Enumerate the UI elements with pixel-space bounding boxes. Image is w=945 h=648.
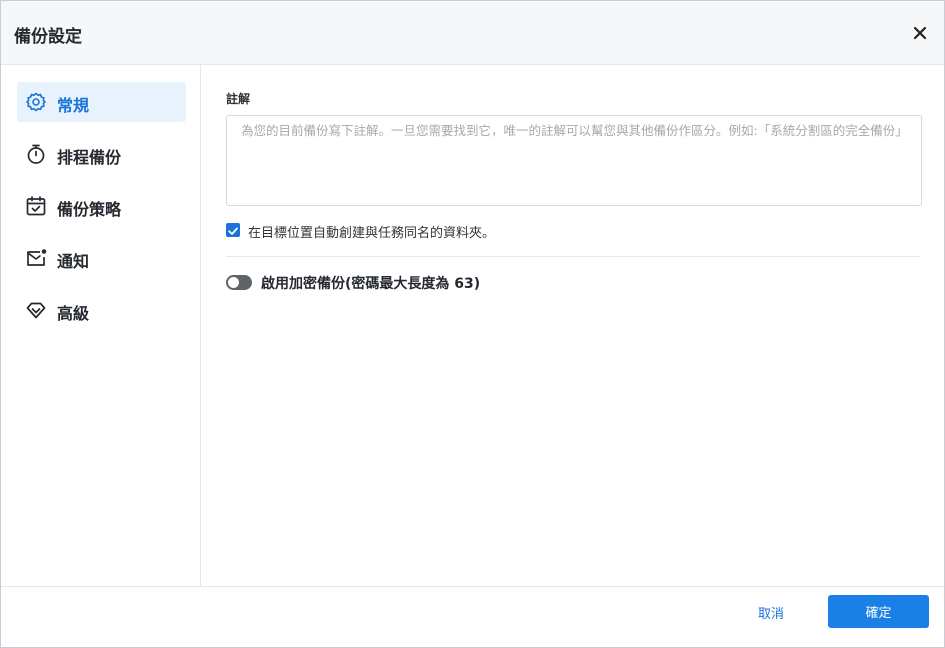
dialog-footer: 取消 確定 bbox=[1, 586, 944, 647]
settings-sidebar: 常規 排程備份 備份策略 通知 高級 bbox=[1, 65, 201, 586]
ok-button[interactable]: 確定 bbox=[828, 595, 929, 628]
sidebar-item-notification[interactable]: 通知 bbox=[17, 238, 186, 278]
sidebar-item-backup-strategy[interactable]: 備份策略 bbox=[17, 186, 186, 226]
sidebar-item-label: 備份策略 bbox=[57, 200, 122, 219]
encryption-toggle[interactable] bbox=[226, 275, 252, 290]
sidebar-item-schedule[interactable]: 排程備份 bbox=[17, 134, 186, 174]
auto-folder-checkbox[interactable] bbox=[226, 223, 240, 237]
close-button[interactable] bbox=[909, 22, 931, 44]
sidebar-item-label: 通知 bbox=[57, 252, 90, 271]
sidebar-item-label: 排程備份 bbox=[57, 148, 122, 167]
backup-settings-dialog: 備份設定 常規 排程備份 備份策略 通知 高級 註解 為您的目前備份寫下註解。一… bbox=[0, 0, 945, 648]
note-textarea[interactable] bbox=[226, 115, 922, 206]
sidebar-item-label: 高級 bbox=[57, 304, 90, 323]
cancel-button[interactable]: 取消 bbox=[728, 596, 814, 628]
checkmark-icon bbox=[228, 227, 238, 235]
sidebar-item-advanced[interactable]: 高級 bbox=[17, 290, 186, 330]
general-settings-panel: 註解 在目標位置自動創建與任務同名的資料夾。 啟用加密備份(密碼最大長度為 63… bbox=[202, 65, 944, 586]
dialog-header: 備份設定 bbox=[1, 1, 944, 65]
encryption-label: 啟用加密備份(密碼最大長度為 63) bbox=[261, 276, 481, 292]
gear-icon bbox=[25, 91, 47, 113]
toggle-knob bbox=[228, 277, 239, 288]
note-label: 註解 bbox=[226, 92, 251, 106]
close-icon bbox=[913, 26, 927, 40]
calendar-check-icon bbox=[25, 195, 47, 217]
auto-folder-label: 在目標位置自動創建與任務同名的資料夾。 bbox=[248, 226, 496, 241]
divider bbox=[226, 256, 920, 257]
sidebar-item-general[interactable]: 常規 bbox=[17, 82, 186, 122]
dialog-title: 備份設定 bbox=[14, 27, 82, 47]
sidebar-item-label: 常規 bbox=[57, 96, 90, 115]
diamond-icon bbox=[25, 299, 47, 321]
mail-notification-icon bbox=[25, 247, 47, 269]
timer-icon bbox=[25, 143, 47, 165]
